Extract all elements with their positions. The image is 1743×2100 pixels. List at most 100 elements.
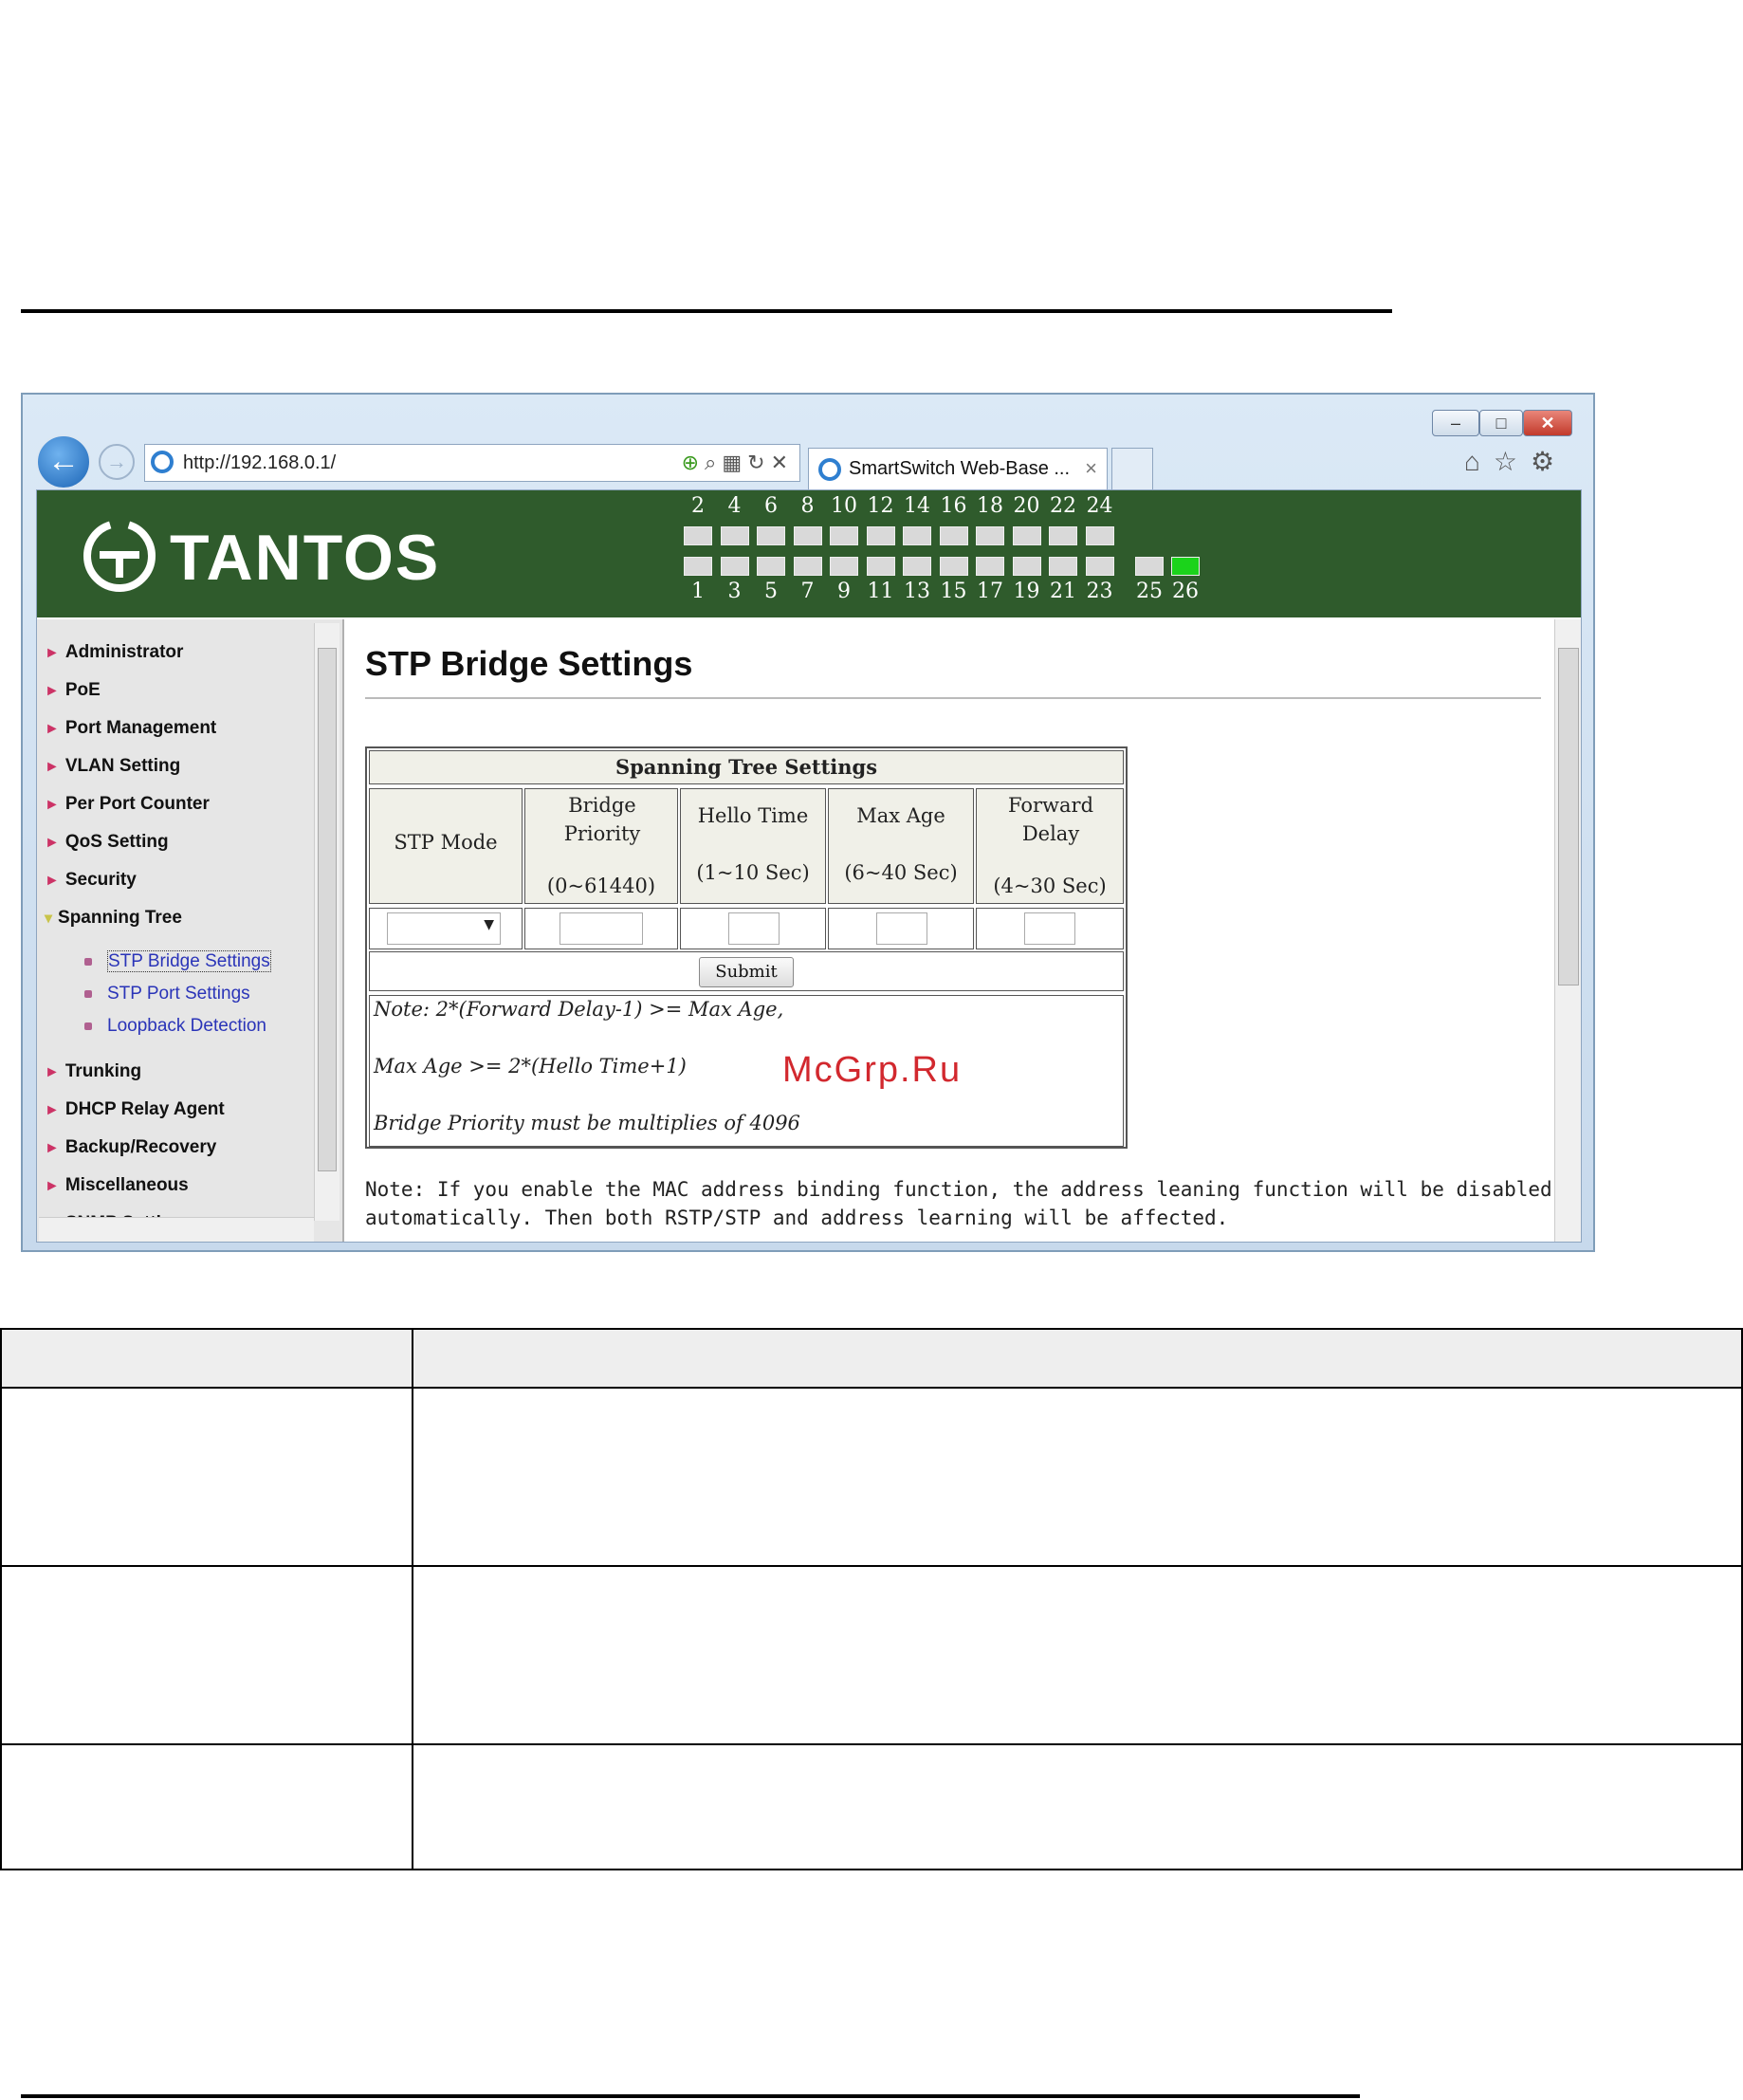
port-4[interactable] [720, 526, 749, 545]
port-16[interactable] [939, 526, 968, 545]
content-scroll-thumb[interactable] [1558, 648, 1579, 986]
port-25[interactable] [1135, 557, 1164, 576]
port-6[interactable] [757, 526, 785, 545]
back-button[interactable]: ← [36, 434, 91, 489]
sidebar-item-label: Port Management [64, 718, 217, 738]
spanning-tree-settings-table: Spanning Tree Settings STP Mode Bridge P… [365, 746, 1128, 1149]
port-label-6: 6 [764, 494, 778, 518]
browser-tab[interactable]: SmartSwitch Web-Base ... × [808, 448, 1108, 489]
sidebar-item-label: Per Port Counter [64, 794, 210, 814]
bullet-icon [84, 957, 92, 966]
port-26[interactable] [1171, 557, 1200, 576]
address-bar[interactable]: http://192.168.0.1/ ⊕⌕▦↻✕ [144, 444, 800, 482]
port-22[interactable] [1049, 526, 1077, 545]
port-2[interactable] [684, 526, 712, 545]
port-15[interactable] [939, 557, 968, 576]
forward-button[interactable]: → [99, 444, 135, 480]
menu-arrow-icon: ► [45, 645, 60, 661]
menu-arrow-icon: ► [45, 1140, 60, 1156]
port-3[interactable] [720, 557, 749, 576]
new-tab-button[interactable] [1111, 448, 1153, 489]
column-name: Forward Delay [1007, 794, 1094, 845]
column-name: STP Mode [394, 831, 498, 854]
port-label-4: 4 [727, 494, 742, 518]
forward-delay-input[interactable] [1024, 912, 1075, 945]
port-11[interactable] [866, 557, 895, 576]
port-5[interactable] [757, 557, 785, 576]
sidebar-item-spanning-tree[interactable]: ▾ Spanning Tree [45, 908, 182, 929]
sidebar-item-miscellaneous[interactable]: ► Miscellaneous [45, 1175, 189, 1196]
maximize-button[interactable]: □ [1479, 410, 1523, 436]
description-table [0, 1328, 1743, 1870]
port-8[interactable] [793, 526, 822, 545]
sidebar-scroll-thumb[interactable] [318, 648, 337, 1171]
menu-arrow-icon: ► [45, 873, 60, 889]
compatibility-icon[interactable]: ▦ [722, 451, 747, 474]
forward-delay-cell [976, 908, 1124, 949]
sidebar-item-label: Trunking [64, 1061, 142, 1081]
port-24[interactable] [1085, 526, 1114, 545]
stp-mode-select[interactable]: ▼ [387, 912, 501, 945]
port-20[interactable] [1012, 526, 1041, 545]
sidebar-item-vlan-setting[interactable]: ► VLAN Setting [45, 756, 180, 777]
port-label-26: 26 [1172, 580, 1199, 603]
sidebar-item-per-port-counter[interactable]: ► Per Port Counter [45, 794, 210, 815]
port-14[interactable] [903, 526, 931, 545]
port-9[interactable] [830, 557, 858, 576]
column-range: (4~30 Sec) [993, 875, 1107, 897]
sidebar-item-trunking[interactable]: ► Trunking [45, 1061, 141, 1082]
tab-title: SmartSwitch Web-Base ... [849, 458, 1071, 479]
port-10[interactable] [830, 526, 858, 545]
sidebar-item-qos-setting[interactable]: ► QoS Setting [45, 832, 169, 853]
port-label-20: 20 [1013, 494, 1040, 518]
port-23[interactable] [1085, 557, 1114, 576]
column-range: (6~40 Sec) [844, 861, 958, 884]
column-divider [412, 1330, 413, 1387]
menu-arrow-icon: ► [45, 1178, 60, 1194]
home-icon[interactable]: ⌂ [1464, 447, 1494, 476]
add-icon[interactable]: ⊕ [682, 451, 705, 474]
port-label-9: 9 [837, 580, 851, 603]
search-icon[interactable]: ⌕ [705, 451, 722, 474]
sidebar-item-administrator[interactable]: ► Administrator [45, 642, 183, 663]
sidebar-subitem-loopback-detection[interactable]: Loopback Detection [84, 1016, 266, 1037]
refresh-icon[interactable]: ↻ [747, 451, 770, 474]
sidebar-subitem-stp-port-settings[interactable]: STP Port Settings [84, 984, 250, 1004]
port-label-24: 24 [1086, 494, 1113, 518]
sidebar-subitem-label: STP Port Settings [107, 984, 250, 1004]
tools-gear-icon[interactable]: ⚙ [1531, 447, 1568, 476]
sidebar-item-backup-recovery[interactable]: ► Backup/Recovery [45, 1137, 216, 1158]
port-12[interactable] [866, 526, 895, 545]
port-label-15: 15 [940, 580, 967, 603]
column-range: (0~61440) [546, 875, 656, 897]
close-window-button[interactable]: ✕ [1523, 410, 1572, 436]
submit-button[interactable]: Submit [699, 957, 794, 987]
sidebar: ► Administrator ► PoE ► Port Management ► VLAN … [37, 619, 344, 1242]
favorites-icon[interactable]: ☆ [1494, 447, 1531, 476]
sidebar-subitem-stp-bridge-settings[interactable]: STP Bridge Settings [84, 950, 271, 972]
port-label-21: 21 [1050, 580, 1076, 603]
hello-time-input[interactable] [728, 912, 780, 945]
bridge-priority-input[interactable] [560, 912, 643, 945]
port-18[interactable] [976, 526, 1004, 545]
max-age-input[interactable] [876, 912, 927, 945]
port-1[interactable] [684, 557, 712, 576]
port-17[interactable] [976, 557, 1004, 576]
tab-close-icon[interactable]: × [1085, 456, 1097, 481]
port-21[interactable] [1049, 557, 1077, 576]
port-13[interactable] [903, 557, 931, 576]
stop-icon[interactable]: ✕ [771, 451, 794, 474]
sidebar-item-dhcp-relay-agent[interactable]: ► DHCP Relay Agent [45, 1099, 225, 1120]
column-hello-time: Hello Time (1~10 Sec) [680, 788, 826, 904]
sidebar-horizontal-scrollbar[interactable] [39, 1217, 314, 1242]
sidebar-item-security[interactable]: ► Security [45, 870, 137, 891]
minimize-button[interactable]: – [1432, 410, 1479, 436]
sidebar-item-label: Security [64, 870, 137, 890]
address-bar-tools: ⊕⌕▦↻✕ [682, 451, 794, 475]
sidebar-item-poe[interactable]: ► PoE [45, 680, 101, 701]
port-label-14: 14 [904, 494, 930, 518]
sidebar-item-port-management[interactable]: ► Port Management [45, 718, 216, 739]
port-7[interactable] [793, 557, 822, 576]
port-19[interactable] [1012, 557, 1041, 576]
port-label-12: 12 [867, 494, 894, 518]
